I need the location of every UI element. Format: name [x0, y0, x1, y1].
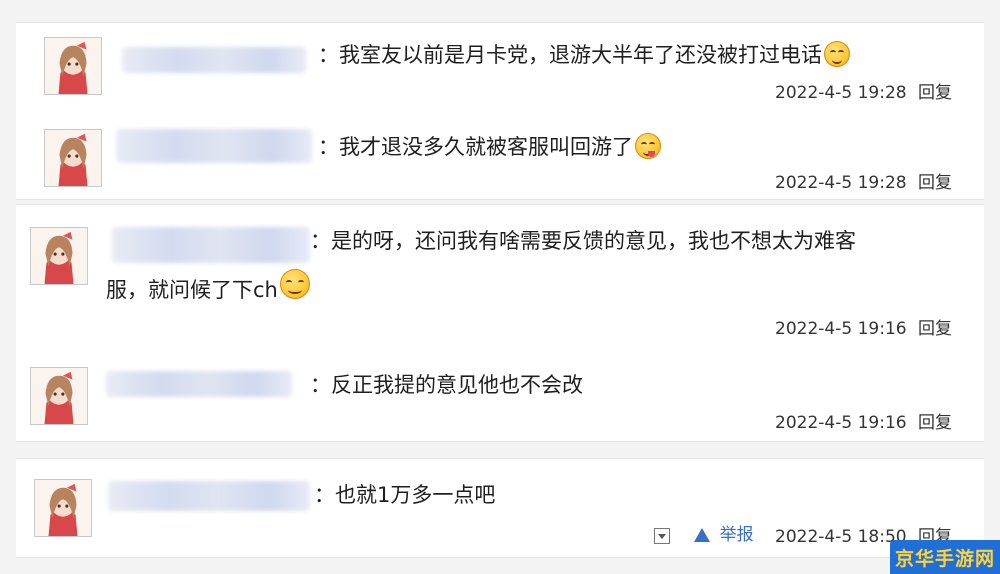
reply-button[interactable]: 回复 — [918, 83, 952, 103]
avatar[interactable] — [34, 479, 92, 537]
reply-button[interactable]: 回复 — [918, 173, 952, 193]
more-dropdown-icon[interactable] — [654, 528, 671, 544]
comment-text: ：也就1万多一点吧 — [314, 483, 496, 507]
comment-meta: 2022-4-5 19:16 回复 — [769, 317, 952, 341]
avatar[interactable] — [44, 129, 102, 187]
smile-emoji-icon — [279, 269, 310, 299]
comment-time: 2022-4-5 19:16 — [775, 319, 907, 339]
blurred-username — [108, 481, 310, 511]
blurred-username — [106, 371, 292, 397]
comment-text: ：反正我提的意见他也不会改 — [310, 373, 583, 397]
comment-meta: 2022-4-5 19:16 回复 — [769, 411, 952, 435]
grimace-emoji-icon — [824, 41, 850, 67]
warning-icon — [693, 528, 710, 542]
comment-meta: 2022-4-5 19:28 回复 — [769, 81, 952, 105]
comment-card-1: ：我室友以前是月卡党，退游大半年了还没被打过电话 2022-4-5 19:28 … — [16, 22, 984, 200]
tongue-emoji-icon — [635, 133, 661, 159]
comment-text: ：我才退没多久就被客服叫回游了 — [318, 127, 661, 167]
blurred-username — [112, 227, 310, 263]
comment-time: 2022-4-5 19:16 — [775, 413, 907, 433]
reply-button[interactable]: 回复 — [918, 413, 952, 433]
comment-time: 2022-4-5 19:28 — [775, 173, 907, 193]
blurred-username — [122, 47, 306, 73]
report-button[interactable]: 举报 — [688, 523, 754, 547]
comment-card-2: ：是的呀，还问我有啥需要反馈的意见，我也不想太为难客 服，就问候了下ch 202… — [16, 204, 984, 442]
comment-text: ：是的呀，还问我有啥需要反馈的意见，我也不想太为难客 — [310, 229, 856, 253]
comment-time: 2022-4-5 19:28 — [775, 83, 907, 103]
comment-time: 2022-4-5 18:50 — [775, 527, 907, 547]
comment-card-3: ：也就1万多一点吧 举报 2022-4-5 18:50 回复 — [16, 458, 984, 558]
site-watermark: 京华手游网 — [890, 540, 1000, 574]
reply-button[interactable]: 回复 — [918, 319, 952, 339]
avatar[interactable] — [30, 227, 88, 285]
blurred-username — [116, 129, 312, 163]
comment-text-continued: 服，就问候了下ch — [106, 269, 310, 310]
avatar[interactable] — [30, 367, 88, 425]
comment-text: ：我室友以前是月卡党，退游大半年了还没被打过电话 — [318, 35, 850, 75]
avatar[interactable] — [44, 37, 102, 95]
comment-meta: 2022-4-5 19:28 回复 — [769, 171, 952, 195]
